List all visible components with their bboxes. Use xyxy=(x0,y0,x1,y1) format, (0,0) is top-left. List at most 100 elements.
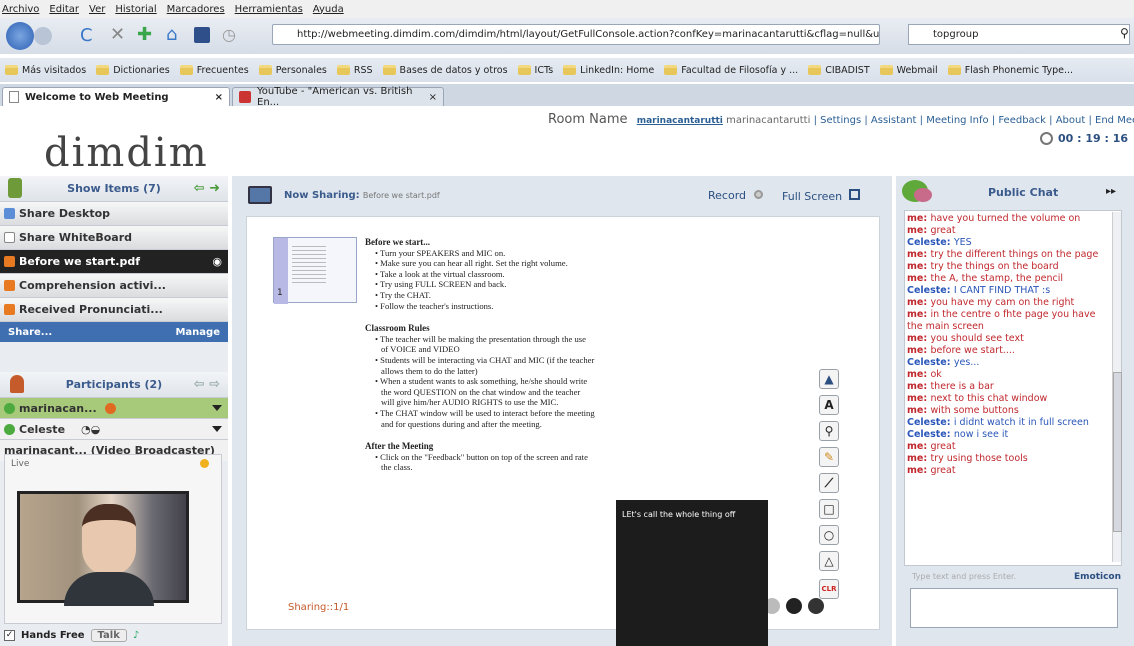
triangle-tool[interactable]: △ xyxy=(819,551,839,571)
participant-row[interactable]: Celeste ◔◒ xyxy=(0,419,228,440)
chat-message: Celeste: YES xyxy=(907,237,1107,249)
full-screen-button[interactable]: Full Screen xyxy=(782,189,860,203)
forward-button[interactable] xyxy=(34,27,52,45)
stop-control-icon[interactable] xyxy=(786,598,802,614)
whiteboard-icon xyxy=(4,232,15,243)
bookmark-item[interactable]: Facultad de Filosofía y ... xyxy=(659,65,803,76)
item-label: Share WhiteBoard xyxy=(19,231,133,244)
menu-item-historial[interactable]: Historial xyxy=(115,4,156,15)
chat-sender: me xyxy=(907,297,924,308)
item-comprehension[interactable]: Comprehension activi... xyxy=(0,274,228,298)
hands-free-checkbox[interactable]: ✓ xyxy=(4,629,15,641)
swap-arrows-icon[interactable]: ⇦ ⇨ xyxy=(194,377,220,392)
mic-off-icon xyxy=(104,402,116,414)
emoticon-button[interactable]: Emoticon xyxy=(1074,572,1121,582)
search-text: topgroup xyxy=(933,29,979,40)
bookmark-item[interactable]: Personales xyxy=(254,65,332,76)
bookmark-item[interactable]: CIBADIST xyxy=(803,65,874,76)
menu-item-marcadores[interactable]: Marcadores xyxy=(167,4,225,15)
separator: | xyxy=(916,115,927,126)
chat-sender: me xyxy=(907,369,924,380)
bookmark-item[interactable]: LinkedIn: Home xyxy=(558,65,659,76)
menu-item-ver[interactable]: Ver xyxy=(89,4,105,15)
chat-sender: me xyxy=(907,273,924,284)
stamp-tool[interactable]: ⚲ xyxy=(819,421,839,441)
separator: : xyxy=(946,417,954,428)
bookmark-item[interactable]: Más visitados xyxy=(0,65,91,76)
presentation-panel: Now Sharing: Before we start.pdf Record … xyxy=(232,176,892,646)
search-input[interactable]: topgroup xyxy=(908,24,1130,45)
volume-icon[interactable]: ♪ xyxy=(133,630,139,641)
share-button[interactable]: Share... xyxy=(8,327,52,338)
chat-text: yes... xyxy=(953,357,980,368)
menu-item-herramientas[interactable]: Herramientas xyxy=(235,4,303,15)
header-link-2[interactable]: Meeting Info xyxy=(926,115,988,126)
eye-icon[interactable]: ◉ xyxy=(212,255,222,268)
item-share-desktop[interactable]: Share Desktop xyxy=(0,202,228,226)
pointer-tool[interactable]: ▲ xyxy=(819,369,839,389)
bookmark-label: Frecuentes xyxy=(196,64,249,76)
history-icon[interactable]: ◷ xyxy=(222,25,236,44)
manage-button[interactable]: Manage xyxy=(175,327,220,338)
add-icon[interactable]: ✚ xyxy=(137,24,152,45)
back-button[interactable] xyxy=(6,22,34,50)
header-link-1[interactable]: Assistant xyxy=(871,115,917,126)
bookmark-item[interactable]: Frecuentes xyxy=(175,65,254,76)
text-tool[interactable]: A xyxy=(819,395,839,415)
chat-log[interactable]: me: have you turned the volume on me: gre… xyxy=(904,210,1122,566)
chevron-down-icon[interactable] xyxy=(212,426,222,432)
slide-thumbnail[interactable]: 1 xyxy=(273,237,357,304)
swap-arrows-icon[interactable]: ⇦ ➜ xyxy=(194,181,220,196)
chat-scrollbar[interactable] xyxy=(1112,212,1122,562)
folder-icon xyxy=(563,65,577,75)
talk-button[interactable]: Talk xyxy=(90,628,127,642)
search-icon[interactable]: ⚲ xyxy=(1120,26,1129,40)
home-icon[interactable]: ⌂ xyxy=(166,24,177,45)
menu-item-editar[interactable]: Editar xyxy=(49,4,79,15)
record-button[interactable]: Record xyxy=(708,189,763,202)
participant-row[interactable]: marinacan... xyxy=(0,398,228,419)
chat-sender: me xyxy=(907,345,924,356)
pencil-tool[interactable]: ✎ xyxy=(819,447,839,467)
bookmark-item[interactable]: Flash Phonemic Type... xyxy=(943,65,1078,76)
chat-message: me: you have my cam on the right xyxy=(907,297,1107,309)
tab-close-icon[interactable]: × xyxy=(215,92,223,103)
header-link-0[interactable]: Settings xyxy=(820,115,861,126)
tab-close-icon[interactable]: × xyxy=(429,92,437,103)
bookmark-item[interactable]: Dictionaries xyxy=(91,65,175,76)
bookmark-item[interactable]: Bases de datos y otros xyxy=(378,65,513,76)
stop-icon[interactable]: ✕ xyxy=(110,24,125,45)
chat-text: try using those tools xyxy=(930,453,1028,464)
circle-tool[interactable]: ○ xyxy=(819,525,839,545)
bookmark-item[interactable]: Webmail xyxy=(875,65,943,76)
header-link-3[interactable]: Feedback xyxy=(998,115,1046,126)
line-tool[interactable]: ⟋ xyxy=(819,473,839,493)
chat-message: me: great xyxy=(907,441,1107,453)
item-received-pronunciation[interactable]: Received Pronunciati... xyxy=(0,298,228,322)
pencil-control-icon[interactable] xyxy=(808,598,824,614)
url-text: http://webmeeting.dimdim.com/dimdim/html… xyxy=(297,29,880,40)
bookmark-item[interactable]: RSS xyxy=(332,65,378,76)
reload-icon[interactable]: C xyxy=(80,25,93,46)
url-bar[interactable]: http://webmeeting.dimdim.com/dimdim/html… xyxy=(272,24,880,45)
menu-item-archivo[interactable]: Archivo xyxy=(2,4,39,15)
chat-input[interactable] xyxy=(910,588,1118,628)
item-share-whiteboard[interactable]: Share WhiteBoard xyxy=(0,226,228,250)
item-before-we-start[interactable]: Before we start.pdf ◉ xyxy=(0,250,228,274)
separator: : xyxy=(946,237,954,248)
clear-tool[interactable]: CLR xyxy=(819,579,839,599)
scrollbar-thumb[interactable] xyxy=(1113,372,1122,532)
bookmark-label: ICTs xyxy=(534,64,554,76)
menu-item-ayuda[interactable]: Ayuda xyxy=(313,4,344,15)
bookmark-item[interactable]: ICTs xyxy=(513,65,559,76)
tab-youtube[interactable]: YouTube - "American vs. British En... × xyxy=(232,86,444,108)
chevron-down-icon[interactable] xyxy=(212,405,222,411)
header-link-4[interactable]: About xyxy=(1056,115,1086,126)
tab-web-meeting[interactable]: Welcome to Web Meeting × xyxy=(2,87,230,106)
header-link-5[interactable]: End Meetin xyxy=(1095,115,1134,126)
bookmark-icon[interactable] xyxy=(194,27,210,43)
room-key-link[interactable]: marinacantarutti xyxy=(637,116,723,126)
rectangle-tool[interactable]: □ xyxy=(819,499,839,519)
collapse-icon[interactable]: ▸▸ xyxy=(1106,186,1116,197)
slide-rules-title: Classroom Rules xyxy=(365,323,430,334)
